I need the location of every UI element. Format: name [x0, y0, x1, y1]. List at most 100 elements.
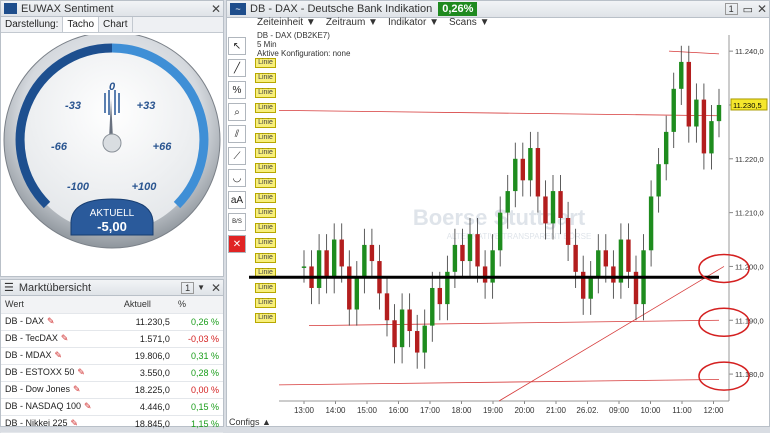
table-row[interactable]: DB - NASDAQ 100 ✎ 4.446,0 0,15 % — [1, 398, 223, 416]
price-chart: Boerse StuttgartALTERNATIVE TRANSPARENT … — [249, 35, 768, 415]
candle-body — [354, 277, 360, 310]
cursor-tool-icon[interactable]: ↖ — [228, 37, 246, 55]
configs-button[interactable]: Configs ▲ — [229, 417, 271, 427]
candle-body — [716, 104, 722, 122]
candle-body — [671, 88, 676, 132]
candle-body — [316, 250, 322, 288]
row-name: DB - MDAX ✎ — [1, 347, 120, 365]
pct-badge: 0,26% — [438, 2, 478, 16]
col-pct: % — [173, 296, 223, 314]
candle-body — [686, 61, 692, 127]
zoom-tool-icon[interactable]: ⌕ — [228, 103, 246, 121]
minimize-icon[interactable]: ▭ — [743, 3, 753, 16]
x-tick-label: 16:00 — [388, 406, 409, 415]
x-tick-label: 17:00 — [420, 406, 441, 415]
x-tick-label: 11:00 — [672, 406, 692, 415]
panel-icon — [4, 3, 17, 14]
candle-body — [301, 266, 307, 268]
candle-body — [475, 234, 480, 267]
percent-tool-icon[interactable]: % — [228, 81, 246, 99]
candle-body — [392, 320, 397, 348]
tab-tacho[interactable]: Tacho — [63, 17, 100, 32]
current-label: AKTUELL — [90, 208, 135, 219]
menu-icon[interactable]: ☰ — [4, 281, 14, 294]
candle-body — [399, 309, 405, 348]
menu-zeitraum[interactable]: Zeitraum ▼ — [326, 17, 378, 28]
scale-plus100: +100 — [132, 181, 158, 193]
edit-icon[interactable]: ✎ — [73, 384, 81, 394]
curve-tool-icon[interactable]: ◡ — [228, 169, 246, 187]
market-dropdown-icon[interactable]: ▼ — [197, 283, 205, 292]
table-row[interactable]: DB - MDAX ✎ 19.806,0 0,31 % — [1, 347, 223, 365]
candle-body — [596, 250, 601, 278]
table-header: Wert Aktuell % — [1, 296, 223, 314]
darstellung-label: Darstellung: — [1, 17, 64, 32]
menu-zeiteinheit[interactable]: Zeiteinheit ▼ — [257, 17, 316, 28]
candle-body — [558, 191, 563, 218]
candle-body — [543, 196, 548, 224]
row-value: 11.230,5 — [119, 313, 174, 331]
row-name: DB - NASDAQ 100 ✎ — [1, 398, 120, 416]
menu-indikator[interactable]: Indikator ▼ — [388, 17, 439, 28]
scale-minus66: -66 — [51, 141, 68, 153]
candle-body — [603, 250, 609, 267]
x-tick-label: 10:00 — [640, 406, 661, 415]
channel-tool-icon[interactable]: ⫽ — [228, 125, 246, 143]
buy-sell-icon[interactable]: B/S — [228, 213, 246, 231]
table-row[interactable]: DB - ESTOXX 50 ✎ 3.550,0 0,28 % — [1, 364, 223, 382]
menu-scans[interactable]: Scans ▼ — [449, 17, 489, 28]
candle-body — [588, 277, 593, 299]
close-icon[interactable]: ✕ — [209, 281, 223, 295]
candle-body — [324, 250, 329, 278]
scale-0: 0 — [109, 81, 116, 93]
candle-body — [626, 239, 631, 272]
sentiment-titlebar: EUWAX Sentiment ✕ — [1, 1, 223, 17]
tab-chart[interactable]: Chart — [99, 17, 133, 32]
fan-tool-icon[interactable]: ⟋ — [228, 147, 246, 165]
table-row[interactable]: DB - TecDAX ✎ 1.571,0 -0,03 % — [1, 330, 223, 348]
candle-body — [565, 218, 571, 245]
line-tool-icon[interactable]: ╱ — [228, 59, 246, 77]
table-row[interactable]: DB - Nikkei 225 ✎ 18.845,0 1,15 % — [1, 415, 223, 433]
table-row[interactable]: DB - DAX ✎ 11.230,5 0,26 % — [1, 313, 223, 331]
candle-body — [460, 244, 465, 262]
edit-icon[interactable]: ✎ — [47, 316, 55, 326]
candle-body — [513, 158, 518, 192]
sentiment-panel: EUWAX Sentiment ✕ Darstellung: Tacho Cha… — [0, 0, 224, 277]
chart-page-badge[interactable]: 1 — [724, 3, 738, 15]
table-row[interactable]: DB - Dow Jones ✎ 18.225,0 0,00 % — [1, 381, 223, 399]
market-panel: ☰ Marktübersicht 1 ▼ ✕ Wert Aktuell % DB… — [0, 279, 224, 433]
row-pct: 0,15 % — [173, 398, 223, 416]
market-page-badge[interactable]: 1 — [181, 281, 195, 294]
close-icon[interactable]: ✕ — [209, 2, 223, 16]
sentiment-tabs: Darstellung: Tacho Chart — [1, 17, 223, 33]
sentiment-gauge: 0 -33 +33 -66 +66 -100 +100 AKTUELL -5,0… — [3, 35, 221, 249]
scale-minus33: -33 — [65, 100, 81, 112]
text-tool-icon[interactable]: aA — [228, 191, 246, 209]
scale-plus33: +33 — [137, 100, 156, 112]
candle-body — [573, 244, 578, 272]
candle-body — [384, 293, 390, 321]
row-value: 3.550,0 — [119, 364, 174, 382]
candle-body — [414, 331, 420, 353]
market-titlebar: ☰ Marktübersicht 1 ▼ ✕ — [1, 280, 223, 296]
row-value: 18.225,0 — [119, 381, 174, 399]
edit-icon[interactable]: ✎ — [77, 367, 85, 377]
row-pct: -0,03 % — [173, 330, 223, 348]
edit-icon[interactable]: ✎ — [84, 401, 92, 411]
candle-body — [505, 191, 510, 213]
candle-body — [656, 164, 661, 197]
delete-icon[interactable]: ✕ — [228, 235, 246, 253]
info-config: Aktive Konfiguration: none — [257, 49, 351, 58]
col-wert: Wert — [1, 296, 120, 314]
x-tick-label: 26.02. — [576, 406, 598, 415]
edit-icon[interactable]: ✎ — [55, 350, 63, 360]
close-icon[interactable]: ✕ — [755, 2, 769, 16]
y-tick-label: 11.220,0 — [735, 155, 764, 164]
x-tick-label: 09:00 — [609, 406, 630, 415]
row-pct: 0,26 % — [173, 313, 223, 331]
x-tick-label: 14:00 — [325, 406, 346, 415]
row-value: 19.806,0 — [119, 347, 174, 365]
edit-icon[interactable]: ✎ — [61, 333, 69, 343]
scale-minus100: -100 — [67, 181, 90, 193]
